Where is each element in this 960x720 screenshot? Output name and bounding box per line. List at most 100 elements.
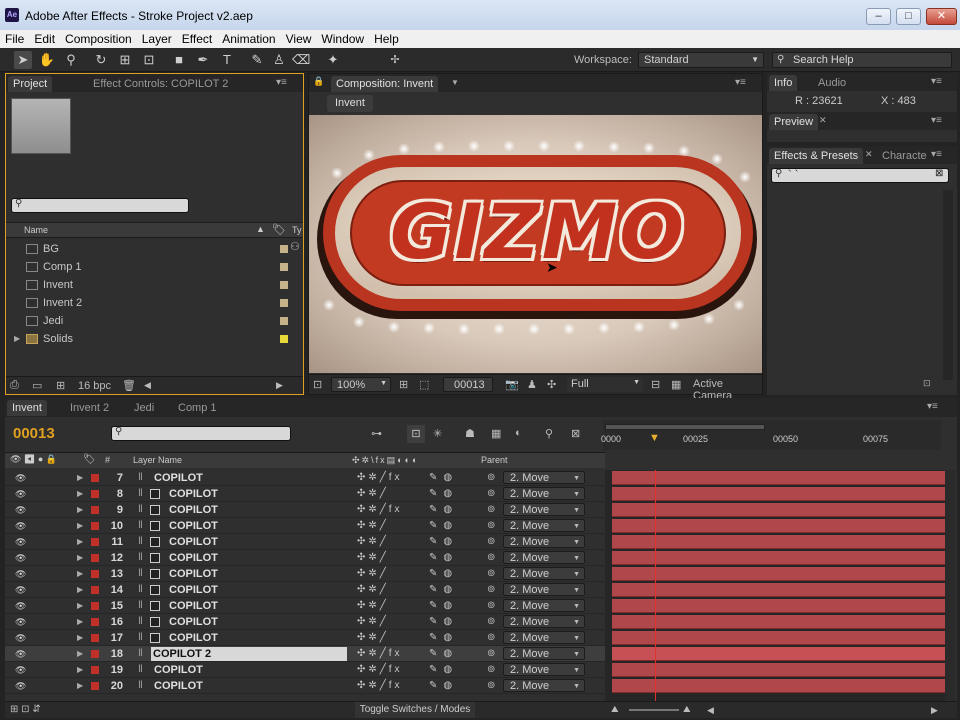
new-item-icon[interactable]: ⊡ bbox=[923, 378, 931, 389]
expand-triangle-icon[interactable]: ▶ bbox=[77, 614, 83, 630]
expand-triangle-icon[interactable]: ▶ bbox=[77, 582, 83, 598]
layer-3d-switches-icon[interactable]: ✎◍ bbox=[429, 662, 458, 678]
expand-triangle-icon[interactable]: ▶ bbox=[77, 566, 83, 582]
frame-blending-icon[interactable]: ▦ bbox=[491, 427, 501, 440]
resolution-select[interactable]: Full ▼ bbox=[567, 377, 643, 392]
tab-timeline-comp-1[interactable]: Comp 1 bbox=[173, 400, 222, 416]
layer-name[interactable]: COPILOT bbox=[169, 582, 218, 598]
menu-window[interactable]: Window bbox=[316, 30, 369, 46]
expand-triangle-icon[interactable]: ▶ bbox=[77, 534, 83, 550]
label-color-swatch[interactable] bbox=[91, 570, 99, 578]
layer-3d-switches-icon[interactable]: ✎◍ bbox=[429, 678, 458, 694]
label-color-swatch[interactable] bbox=[91, 666, 99, 674]
layer-3d-switches-icon[interactable]: ✎◍ bbox=[429, 630, 458, 646]
pick-whip-icon[interactable]: ⊚ bbox=[487, 614, 495, 630]
tab-effect-controls[interactable]: Effect Controls: COPILOT 2 bbox=[88, 76, 233, 92]
panel-menu-icon[interactable]: ▾≡ bbox=[931, 76, 942, 87]
layer-name[interactable]: COPILOT bbox=[169, 518, 218, 534]
expand-triangle-icon[interactable]: ▶ bbox=[77, 598, 83, 614]
pan-behind-tool-icon[interactable]: ⊡ bbox=[140, 51, 158, 69]
layer-duration-bar[interactable] bbox=[612, 567, 945, 581]
layer-name-column-header[interactable]: Layer Name bbox=[133, 455, 182, 465]
label-color-swatch[interactable] bbox=[91, 474, 99, 482]
region-of-interest-icon[interactable]: ⊞ bbox=[399, 378, 408, 391]
tab-audio[interactable]: Audio bbox=[813, 75, 851, 91]
name-column-header[interactable]: Name bbox=[24, 225, 48, 235]
visibility-eye-icon[interactable]: 👁 bbox=[15, 470, 26, 486]
parent-select[interactable]: 2. Move bbox=[503, 631, 585, 645]
expand-triangle-icon[interactable]: ▶ bbox=[77, 470, 83, 486]
magnification-select[interactable]: 100% ▼ bbox=[331, 377, 391, 392]
label-swatch[interactable] bbox=[280, 263, 288, 271]
visibility-eye-icon[interactable]: 👁 bbox=[15, 630, 26, 646]
label-swatch[interactable] bbox=[280, 317, 288, 325]
selection-tool-icon[interactable]: ➤ bbox=[14, 51, 32, 69]
menu-effect[interactable]: Effect bbox=[177, 30, 217, 46]
layer-duration-bar[interactable] bbox=[612, 647, 945, 661]
project-item-jedi[interactable]: Jedi bbox=[12, 312, 292, 330]
layer-duration-bar[interactable] bbox=[612, 583, 945, 597]
timeline-layer-row[interactable]: 👁 ▶ 14 Ⅱ COPILOT ✣✲╱ ✎◍ ⊚ 2. Move bbox=[5, 582, 605, 598]
layer-switches-icon[interactable]: ✣✲╱ bbox=[357, 550, 389, 566]
layer-name[interactable]: COPILOT bbox=[154, 470, 203, 486]
visibility-eye-icon[interactable]: 👁 bbox=[15, 598, 26, 614]
layer-name[interactable]: COPILOT bbox=[169, 630, 218, 646]
puppet-pin-tool-icon[interactable]: ✦ bbox=[324, 51, 342, 69]
show-snapshot-icon[interactable]: ♟ bbox=[527, 378, 537, 391]
brush-tool-icon[interactable]: ✎ bbox=[248, 51, 266, 69]
timeline-scrollbar[interactable] bbox=[945, 470, 955, 702]
brainstorm-icon[interactable]: ⚲ bbox=[545, 427, 553, 440]
parent-select[interactable]: 2. Move bbox=[503, 599, 585, 613]
layer-switches-icon[interactable]: ✣✲╱ bbox=[357, 582, 389, 598]
layer-name[interactable]: COPILOT bbox=[169, 598, 218, 614]
expand-triangle-icon[interactable]: ▶ bbox=[77, 678, 83, 694]
label-color-swatch[interactable] bbox=[91, 650, 99, 658]
tab-timeline-jedi[interactable]: Jedi bbox=[129, 400, 159, 416]
panel-menu-icon[interactable]: ▾≡ bbox=[927, 401, 938, 412]
time-ruler[interactable]: 0000 00025 00050 00075 ▼ bbox=[601, 420, 941, 450]
search-help-field[interactable]: ⚲ Search Help bbox=[772, 52, 952, 68]
visibility-eye-icon[interactable]: 👁 bbox=[15, 502, 26, 518]
layer-duration-bar[interactable] bbox=[612, 663, 945, 677]
visibility-eye-icon[interactable]: 👁 bbox=[15, 614, 26, 630]
layer-switches-icon[interactable]: ✣✲╱fx bbox=[357, 646, 403, 662]
close-tab-icon[interactable]: ✕ bbox=[865, 149, 873, 160]
tab-timeline-invent[interactable]: Invent bbox=[7, 400, 47, 416]
pick-whip-icon[interactable]: ⊚ bbox=[487, 662, 495, 678]
label-swatch[interactable] bbox=[280, 335, 288, 343]
parent-select[interactable]: 2. Move bbox=[503, 535, 585, 549]
scroll-left-icon[interactable]: ◀ bbox=[144, 380, 151, 391]
project-item-bg[interactable]: BG bbox=[12, 240, 292, 258]
scroll-right-icon[interactable]: ▶ bbox=[276, 380, 283, 391]
layer-duration-bar[interactable] bbox=[612, 551, 945, 565]
pick-whip-icon[interactable]: ⊚ bbox=[487, 582, 495, 598]
orbit-camera-tool-icon[interactable]: ⊞ bbox=[116, 51, 134, 69]
visibility-eye-icon[interactable]: 👁 bbox=[15, 678, 26, 694]
pick-whip-icon[interactable]: ⊚ bbox=[487, 678, 495, 694]
layer-switches-icon[interactable]: ✣✲╱ bbox=[357, 598, 389, 614]
menu-composition[interactable]: Composition bbox=[60, 30, 137, 46]
interpret-footage-icon[interactable]: ⎙ bbox=[10, 379, 19, 392]
toggle-transparency-grid-icon[interactable]: ▦ bbox=[671, 378, 681, 391]
layer-duration-bar[interactable] bbox=[612, 503, 945, 517]
timeline-layer-row[interactable]: 👁 ▶ 15 Ⅱ COPILOT ✣✲╱ ✎◍ ⊚ 2. Move bbox=[5, 598, 605, 614]
type-tool-icon[interactable]: T bbox=[218, 51, 236, 69]
layer-3d-switches-icon[interactable]: ✎◍ bbox=[429, 470, 458, 486]
layer-switches-icon[interactable]: ✣✲╱ bbox=[357, 486, 389, 502]
parent-select[interactable]: 2. Move bbox=[503, 503, 585, 517]
comp-mini-flowchart-icon[interactable]: ⊶ bbox=[371, 427, 382, 440]
layer-3d-switches-icon[interactable]: ✎◍ bbox=[429, 646, 458, 662]
layer-switches-icon[interactable]: ✣✲╱fx bbox=[357, 662, 403, 678]
layer-3d-switches-icon[interactable]: ✎◍ bbox=[429, 534, 458, 550]
layer-duration-bar[interactable] bbox=[612, 471, 945, 485]
zoom-in-icon[interactable]: ⛰ bbox=[683, 704, 691, 715]
chevron-down-icon[interactable]: ▼ bbox=[451, 78, 459, 87]
lock-icon[interactable]: 🔒 bbox=[313, 76, 324, 87]
tab-effects-presets[interactable]: Effects & Presets bbox=[769, 148, 864, 164]
close-button[interactable]: ✕ bbox=[926, 8, 957, 25]
pick-whip-icon[interactable]: ⊚ bbox=[487, 502, 495, 518]
graph-editor-icon[interactable]: ⊠ bbox=[571, 427, 580, 440]
layer-switches-icon[interactable]: ✣✲╱ bbox=[357, 630, 389, 646]
layer-3d-switches-icon[interactable]: ✎◍ bbox=[429, 486, 458, 502]
layer-switches-icon[interactable]: ✣✲╱fx bbox=[357, 678, 403, 694]
